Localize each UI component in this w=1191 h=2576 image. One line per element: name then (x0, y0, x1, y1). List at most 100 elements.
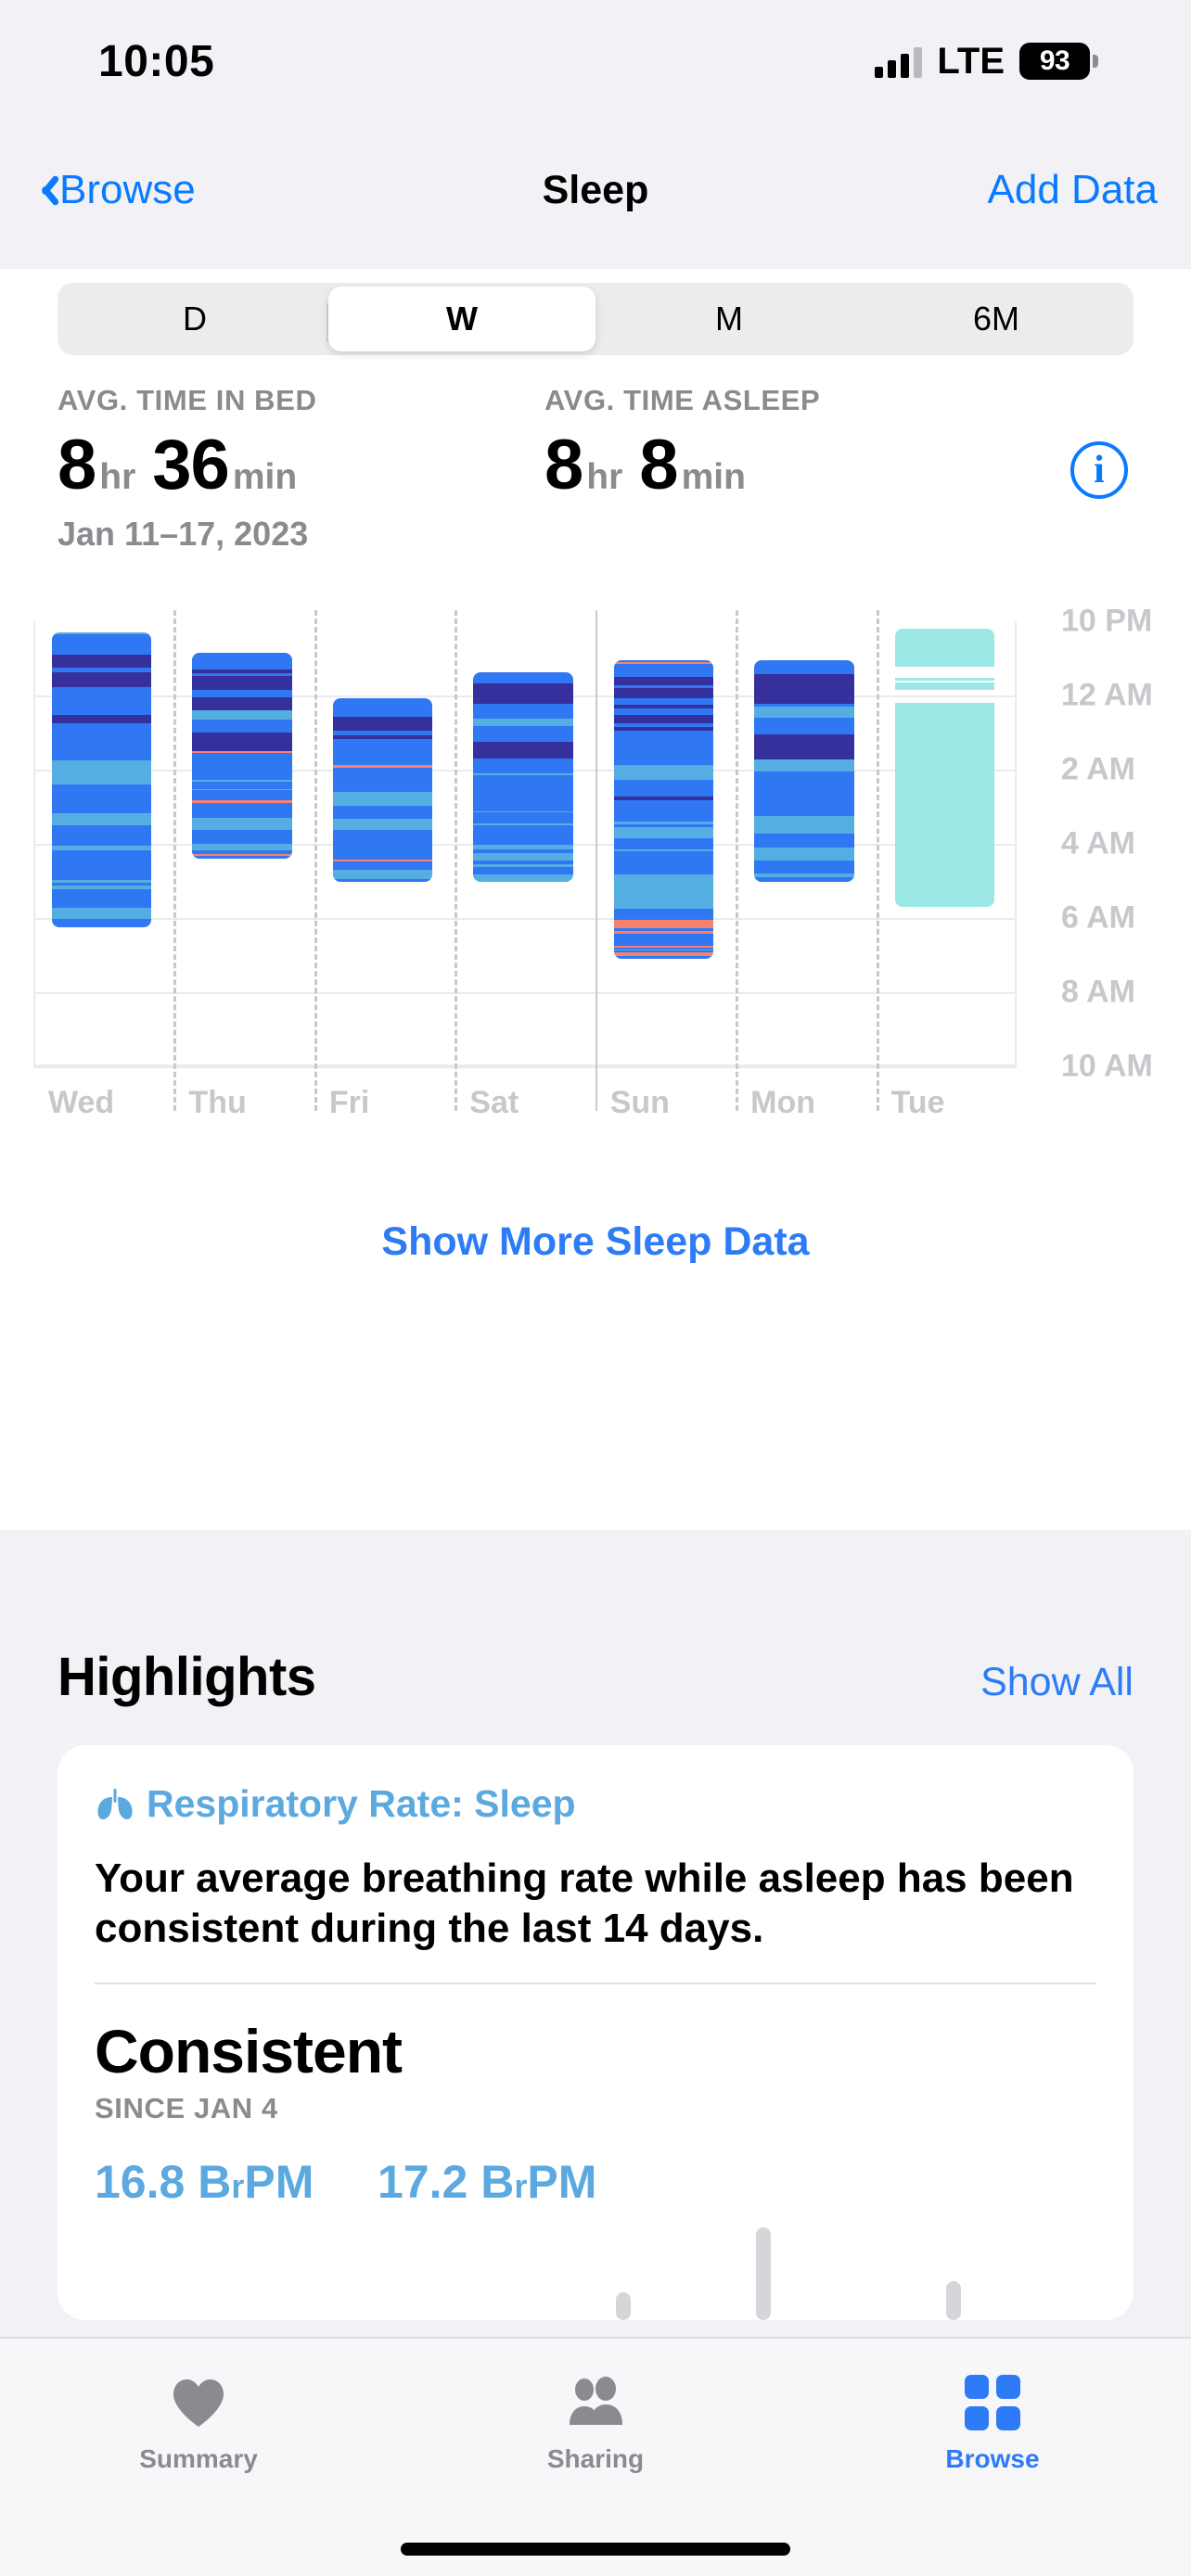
chart-bar-segment-core (52, 918, 152, 927)
chart-bar-segment-core (473, 866, 573, 874)
range-option-d[interactable]: D (61, 287, 328, 351)
chart-bar-segment-rem (754, 815, 854, 834)
value-right-smallcap: r (514, 2167, 528, 2206)
chart-bar[interactable] (192, 653, 292, 859)
chart-bar-segment-core (52, 850, 152, 881)
chart-bar-segment-core (754, 784, 854, 816)
home-indicator (401, 2543, 790, 2556)
highlight-card-minichart (95, 2209, 1096, 2320)
chart-bar[interactable] (613, 660, 714, 959)
chart-bar-segment-core (613, 664, 714, 677)
tab-browse[interactable]: Browse (794, 2374, 1191, 2474)
chart-bar-segment-core (613, 731, 714, 766)
stat-time-asleep: AVG. TIME ASLEEP 8 hr 8 min (544, 384, 820, 505)
chart-bar-segment-awake (613, 919, 714, 929)
chart-bar-segment-deep (192, 676, 292, 690)
range-option-6m[interactable]: 6M (863, 287, 1130, 351)
info-glyph: i (1094, 449, 1105, 491)
time-asleep-hours-unit: hr (586, 457, 623, 497)
chart-x-tick-label: Mon (750, 1085, 815, 1120)
chart-day-divider (314, 610, 317, 1111)
chart-bar-segment-rem (192, 817, 292, 830)
chart-bar-segment-core (473, 703, 573, 719)
value-right-main: 17.2 B (378, 2156, 515, 2209)
status-time: 10:05 (98, 36, 215, 86)
chart-bar-segment-deep (613, 677, 714, 685)
chart-bar-segment-core (192, 855, 292, 859)
chart-y-tick-label: 8 AM (1061, 974, 1135, 1010)
chart-bar-segment-core (473, 824, 573, 845)
chart-x-tick-label: Sat (469, 1085, 519, 1120)
add-data-button[interactable]: Add Data (988, 167, 1158, 213)
tab-sharing-label: Sharing (546, 2444, 645, 2473)
chart-bar-segment-core (192, 720, 292, 733)
chart-day-divider (595, 610, 597, 1111)
chart-bar-segment-core (754, 860, 854, 874)
chart-bar-segment-core (332, 806, 433, 819)
chart-bar-segment-deep (613, 688, 714, 699)
chart-bar-segment-core (754, 877, 854, 882)
tab-summary[interactable]: Summary (0, 2374, 397, 2474)
chart-y-tick-label: 6 AM (1061, 899, 1135, 936)
highlights-section: Highlights Show All Respiratory Rate: Sl… (0, 1530, 1191, 2327)
chart-bar-segment-core (613, 837, 714, 849)
chart-x-tick-label: Sun (609, 1085, 670, 1120)
chart-bar-segment-core (52, 633, 152, 655)
show-all-button[interactable]: Show All (980, 1660, 1133, 1705)
chart-bar-segment-core (332, 878, 433, 882)
chart-bar-segment-rem (754, 848, 854, 861)
highlight-card-respiratory-rate[interactable]: Respiratory Rate: Sleep Your average bre… (58, 1745, 1133, 2320)
chart-bar-segment-rem (52, 907, 152, 919)
chart-bar-segment-core (52, 723, 152, 761)
show-more-sleep-data-link[interactable]: Show More Sleep Data (0, 1219, 1191, 1265)
chart-bar-segment-core (52, 888, 152, 908)
people-icon (562, 2374, 629, 2431)
chart-plot-area[interactable]: 10 PM 12 AM 2 AM 4 AM 6 AM 8 AM 10 AM Wed Thu Fri… (33, 604, 1153, 1120)
chart-bar[interactable] (332, 698, 433, 882)
chevron-left-icon (33, 172, 54, 209)
chart-bar[interactable] (52, 632, 152, 927)
chart-bar-segment-core (754, 660, 854, 674)
range-selector[interactable]: D W M 6M (58, 283, 1133, 355)
chart-gridline (33, 1066, 1017, 1068)
status-indicators: LTE 93 (875, 41, 1098, 83)
minichart-bar (615, 2292, 631, 2320)
chart-bar-segment-deep (52, 714, 152, 724)
heart-icon (170, 2374, 227, 2431)
chart-bar-segment-in_bed (894, 682, 994, 690)
tab-sharing[interactable]: Sharing (397, 2374, 794, 2474)
chart-bar-segment-deep (754, 733, 854, 759)
back-button[interactable]: Browse (33, 167, 196, 213)
chart-y-tick-label: 12 AM (1061, 677, 1153, 713)
highlights-title: Highlights (58, 1647, 316, 1707)
chart-day-divider (455, 610, 458, 1111)
value-left-tail: PM (244, 2156, 314, 2209)
chart-gridline (33, 992, 1017, 994)
chart-x-tick-label: Wed (48, 1085, 115, 1120)
chart-bar[interactable] (754, 660, 854, 882)
chart-bar-segment-core (52, 825, 152, 846)
chart-day-divider (736, 610, 739, 1111)
chart-bar-segment-in_bed (894, 677, 994, 681)
chart-bar-segment-core (52, 784, 152, 814)
range-option-m[interactable]: M (596, 287, 863, 351)
time-asleep-minutes: 8 (639, 426, 678, 504)
chart-bar-segment-core (473, 758, 573, 773)
chart-bar-segment-core (613, 780, 714, 797)
highlight-value-right: 17.2 BrPM (378, 2155, 660, 2209)
chart-bar-segment-rem (52, 813, 152, 825)
chart-bar-segment-rem (473, 853, 573, 861)
chart-bar-segment-deep (754, 673, 854, 704)
chart-bar[interactable] (894, 629, 994, 907)
chart-bar-segment-rem (754, 707, 854, 718)
range-option-w[interactable]: W (328, 287, 596, 351)
chart-bar-segment-rem (473, 874, 573, 882)
highlight-value-left: 16.8 BrPM (95, 2155, 378, 2209)
value-right-tail: PM (527, 2156, 597, 2209)
chart-bar-segment-core (192, 781, 292, 789)
chart-bar-segment-rem (332, 869, 433, 879)
info-circle-icon[interactable]: i (1070, 441, 1128, 499)
chart-y-tick-label: 4 AM (1061, 825, 1135, 861)
chart-bar[interactable] (473, 672, 573, 882)
chart-bar-segment-rem (332, 791, 433, 807)
